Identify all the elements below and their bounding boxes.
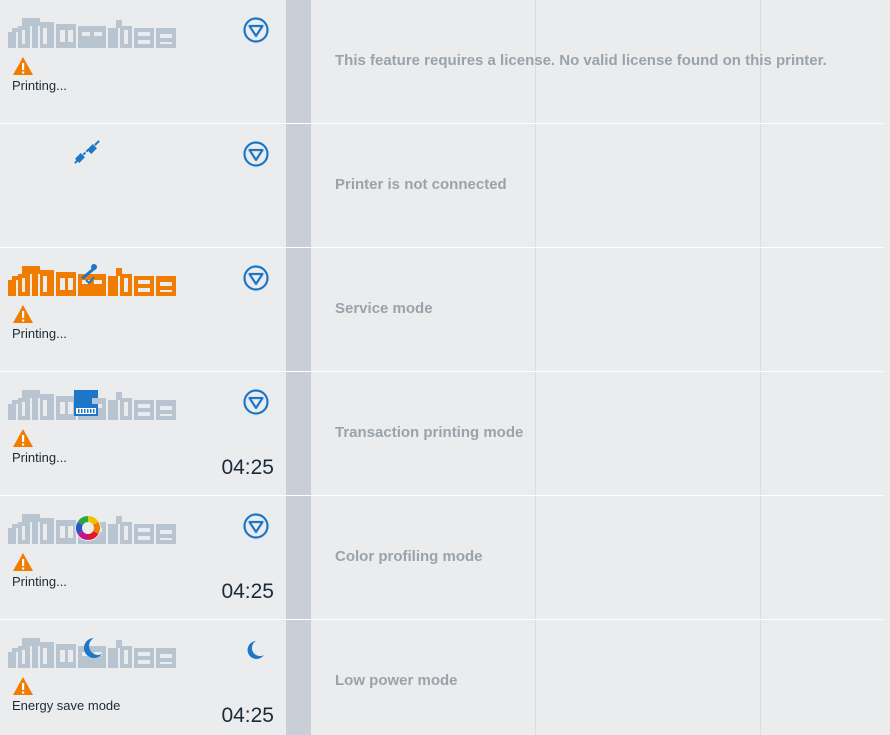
printer-status-label: Printing...: [12, 450, 67, 465]
stop-icon[interactable]: [242, 16, 270, 44]
disconnected-plug-icon: [74, 140, 100, 164]
stop-icon[interactable]: [242, 512, 270, 540]
remaining-time: 04:25: [221, 704, 274, 727]
printer-grey-icon: [8, 18, 176, 48]
printer-color-profiling-icon: [8, 514, 176, 544]
color-wheel-icon: [75, 515, 101, 541]
moon-icon[interactable]: [242, 636, 270, 664]
printer-low-power-icon: [8, 638, 176, 668]
status-message: This feature requires a license. No vali…: [335, 52, 827, 69]
warning-icon: [13, 305, 33, 323]
printer-row[interactable]: Printer is not connected: [0, 124, 890, 248]
printer-row[interactable]: Printing... 04:25 Color profiling mode: [0, 496, 890, 620]
status-message: Low power mode: [335, 672, 458, 689]
printer-transaction-icon: [8, 390, 176, 420]
printer-status-label: Printing...: [12, 574, 67, 589]
stop-icon[interactable]: [242, 388, 270, 416]
warning-icon: [13, 57, 33, 75]
warning-icon: [13, 429, 33, 447]
printer-status-label: Printing...: [12, 78, 67, 93]
printer-row[interactable]: Printing... 04:25 Transaction printing m…: [0, 372, 890, 496]
printer-row[interactable]: Printing... This feature requires a lice…: [0, 0, 890, 124]
warning-icon: [13, 677, 33, 695]
status-message: Service mode: [335, 300, 433, 317]
printer-service-orange-icon: [8, 264, 176, 296]
remaining-time: 04:25: [221, 456, 274, 479]
stop-icon[interactable]: [242, 140, 270, 168]
printer-row[interactable]: Energy save mode 04:25 Low power mode: [0, 620, 890, 735]
remaining-time: 04:25: [221, 580, 274, 603]
stop-icon[interactable]: [242, 264, 270, 292]
status-message: Color profiling mode: [335, 548, 483, 565]
printer-status-label: Energy save mode: [12, 698, 121, 713]
status-message: Printer is not connected: [335, 176, 507, 193]
printer-status-label: Printing...: [12, 326, 67, 341]
printer-row[interactable]: Printing... Service mode: [0, 248, 890, 372]
warning-icon: [13, 553, 33, 571]
status-message: Transaction printing mode: [335, 424, 524, 441]
